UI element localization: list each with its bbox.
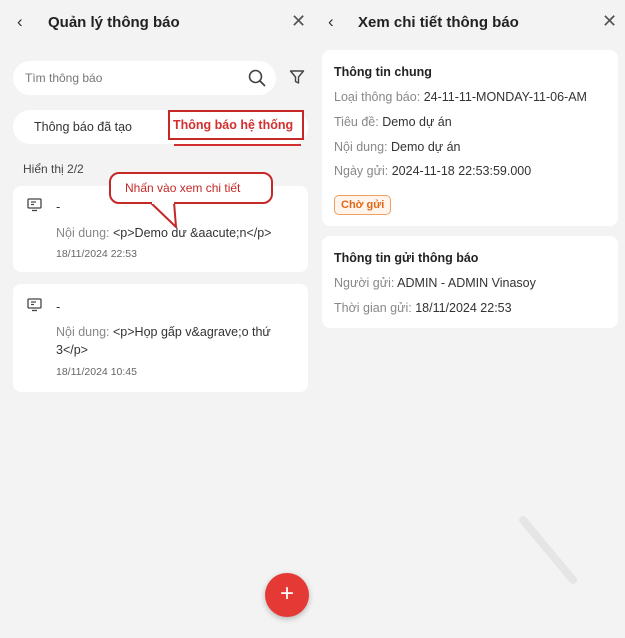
title-row: Tiêu đề: Demo dự án — [334, 115, 452, 129]
notification-title: - — [56, 199, 61, 214]
content-value: Demo dự án — [391, 140, 461, 154]
date-label: Ngày gửi: — [334, 164, 389, 178]
general-info-card: Thông tin chung Loại thông báo: 24-11-11… — [322, 50, 618, 226]
search-icon[interactable] — [248, 69, 266, 92]
title-value: Demo dự án — [382, 115, 452, 129]
plus-icon: + — [279, 580, 294, 607]
content-label: Nội dung: — [56, 226, 110, 240]
general-info-heading: Thông tin chung — [334, 65, 432, 79]
send-time-row: Thời gian gửi: 18/11/2024 22:53 — [334, 301, 512, 315]
chevron-left-icon[interactable]: ‹ — [328, 12, 334, 32]
detail-title: Xem chi tiết thông báo — [358, 14, 519, 31]
search-input[interactable]: Tìm thông báo — [13, 61, 276, 95]
type-label: Loại thông báo: — [334, 90, 421, 104]
type-value: 24-11-11-MONDAY-11-06-AM — [423, 90, 587, 104]
close-icon[interactable]: ✕ — [602, 11, 617, 32]
date-row: Ngày gửi: 2024-11-18 22:53:59.000 — [334, 164, 531, 178]
content-label: Nội dung: — [56, 325, 110, 339]
tab-system-label: Thông báo hệ thống — [173, 118, 294, 132]
send-time-label: Thời gian gửi: — [334, 301, 412, 315]
callout-text: Nhấn vào xem chi tiết — [125, 181, 241, 195]
list-item[interactable]: - Nội dung: <p>Họp gấp v&agrave;o thứ 3<… — [13, 284, 308, 392]
notification-detail-panel: ‹ Xem chi tiết thông báo ✕ Thông tin chu… — [318, 0, 625, 638]
notification-date: 18/11/2024 22:53 — [56, 248, 137, 260]
tab-created-notifications[interactable]: Thông báo đã tạo — [34, 120, 132, 134]
tab-system-notifications[interactable]: Thông báo hệ thống — [166, 110, 310, 146]
notification-list-panel: ‹ Quản lý thông báo ✕ Tìm thông báo Thôn… — [0, 0, 316, 638]
title-label: Tiêu đề: — [334, 115, 379, 129]
notification-content: Nội dung: <p>Demo dư &aacute;n</p> — [56, 224, 298, 242]
send-time-value: 18/11/2024 22:53 — [415, 301, 512, 315]
content-row: Nội dung: Demo dự án — [334, 140, 461, 154]
chevron-left-icon[interactable]: ‹ — [17, 12, 23, 32]
list-header: ‹ Quản lý thông báo ✕ — [0, 0, 316, 46]
detail-header: ‹ Xem chi tiết thông báo ✕ — [318, 0, 625, 46]
send-info-heading: Thông tin gửi thông báo — [334, 251, 479, 265]
notification-title: - — [56, 299, 61, 314]
monitor-icon — [27, 298, 42, 317]
date-value: 2024-11-18 22:53:59.000 — [391, 164, 532, 178]
active-tab-indicator — [174, 144, 301, 146]
search-placeholder: Tìm thông báo — [25, 71, 103, 85]
status-badge: Chờ gửi — [334, 195, 392, 215]
type-row: Loại thông báo: 24-11-11-MONDAY-11-06-AM — [334, 90, 587, 104]
callout-annotation: Nhấn vào xem chi tiết — [109, 172, 273, 204]
sender-label: Người gửi: — [334, 276, 395, 290]
result-count: Hiển thị 2/2 — [23, 162, 84, 176]
page-title: Quản lý thông báo — [48, 14, 180, 31]
close-icon[interactable]: ✕ — [291, 11, 306, 32]
watermark-logo — [519, 516, 577, 584]
send-info-card: Thông tin gửi thông báo Người gửi: ADMIN… — [322, 236, 618, 328]
filter-icon[interactable] — [289, 69, 305, 90]
notification-content: Nội dung: <p>Họp gấp v&agrave;o thứ 3</p… — [56, 323, 298, 359]
sender-row: Người gửi: ADMIN - ADMIN Vinasoy — [334, 276, 536, 290]
tab-bar: Thông báo đã tạo Thông báo hệ thống — [13, 110, 310, 146]
sender-value: ADMIN - ADMIN Vinasoy — [397, 276, 536, 290]
add-notification-button[interactable]: + — [265, 573, 309, 617]
monitor-icon — [27, 198, 42, 217]
content-label: Nội dung: — [334, 140, 388, 154]
content-value: <p>Demo dư &aacute;n</p> — [113, 226, 272, 240]
notification-date: 18/11/2024 10:45 — [56, 366, 137, 378]
